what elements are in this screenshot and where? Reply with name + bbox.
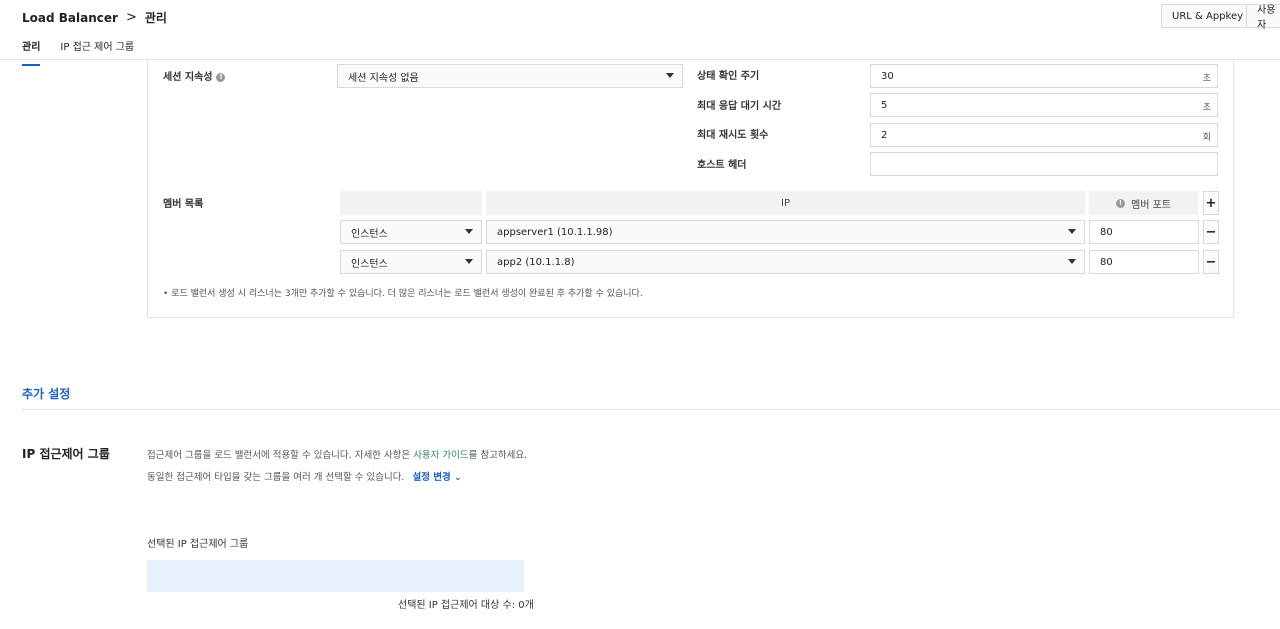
member-type-select[interactable]: 인스턴스: [340, 250, 482, 274]
seconds-unit: 초: [1202, 103, 1211, 113]
member-ip-value: appserver1 (10.1.1.98): [497, 226, 613, 238]
top-header: Load Balancer > 관리 URL & Appkey 사용자 관리 I…: [0, 0, 1280, 66]
session-persistence-value: 세션 지속성 없음: [348, 72, 419, 84]
timeout-label: 최대 응답 대기 시간: [697, 101, 782, 112]
user-button[interactable]: 사용자: [1246, 4, 1280, 31]
section-divider: [22, 409, 1280, 410]
member-type-value: 인스턴스: [351, 228, 388, 240]
selected-acl-group-list: [147, 560, 524, 592]
selected-acl-target-count: 선택된 IP 접근제어 대상 수: 0개: [398, 600, 534, 611]
chevron-right-icon: >: [125, 10, 137, 25]
url-appkey-button[interactable]: URL & Appkey: [1161, 4, 1255, 28]
breadcrumb-page: 관리: [144, 11, 167, 25]
ip-acl-group-title: IP 접근제어 그룹: [22, 447, 110, 461]
retry-label: 최대 재시도 횟수: [697, 130, 769, 141]
member-type-header: [340, 191, 482, 215]
member-port-input[interactable]: 80: [1089, 250, 1199, 274]
change-settings-link[interactable]: 설정 변경 ⌄: [412, 472, 461, 483]
tab-manage[interactable]: 관리: [22, 38, 41, 66]
member-ip-value: app2 (10.1.1.8): [497, 256, 575, 268]
member-type-select[interactable]: 인스턴스: [340, 220, 482, 244]
member-port-value: 80: [1100, 256, 1113, 268]
times-unit: 회: [1202, 133, 1211, 143]
listener-limit-note: • 로드 밸런서 생성 시 리스너는 3개만 추가할 수 있습니다. 더 많은 …: [163, 289, 643, 299]
selected-acl-group-label: 선택된 IP 접근제어 그룹: [147, 539, 249, 550]
member-port-header: ! 멤버 포트: [1089, 191, 1198, 215]
member-ip-select[interactable]: appserver1 (10.1.1.98): [486, 220, 1085, 244]
session-persistence-label: 세션 지속성!: [163, 68, 226, 83]
caret-down-icon: [465, 259, 473, 264]
timeout-value: 5: [881, 99, 888, 111]
caret-down-icon: [666, 73, 674, 78]
member-type-value: 인스턴스: [351, 258, 388, 270]
member-ip-select[interactable]: app2 (10.1.1.8): [486, 250, 1085, 274]
member-list-label: 멤버 목록: [163, 199, 204, 210]
member-port-value: 80: [1100, 226, 1113, 238]
breadcrumb: Load Balancer > 관리: [22, 9, 167, 26]
ip-acl-multi-select-note: 동일한 접근제어 타입을 갖는 그룹을 여러 개 선택할 수 있습니다. 설정 변…: [147, 472, 462, 483]
caret-down-icon: [1068, 229, 1076, 234]
tab-ip-acl-group[interactable]: IP 접근 제어 그룹: [60, 38, 134, 66]
member-port-input[interactable]: 80: [1089, 220, 1199, 244]
host-header-label: 호스트 헤더: [697, 160, 747, 171]
seconds-unit: 초: [1202, 74, 1211, 84]
ip-acl-description: 접근제어 그룹을 로드 밸런서에 적용할 수 있습니다. 자세한 사항은 사용자…: [147, 450, 528, 461]
info-icon[interactable]: !: [216, 72, 226, 82]
session-persistence-select[interactable]: 세션 지속성 없음: [337, 64, 683, 88]
add-member-button[interactable]: +: [1203, 191, 1219, 215]
breadcrumb-service[interactable]: Load Balancer: [22, 11, 118, 25]
listener-settings-card: 세션 지속성! 세션 지속성 없음 상태 확인 주기 30 초 최대 응답 대기…: [147, 30, 1234, 318]
health-interval-label: 상태 확인 주기: [697, 71, 760, 82]
retry-input[interactable]: 2 회: [870, 123, 1218, 147]
health-interval-input[interactable]: 30 초: [870, 64, 1218, 88]
health-interval-value: 30: [881, 70, 894, 82]
user-guide-link[interactable]: 사용자 가이드: [413, 450, 468, 461]
remove-member-button[interactable]: −: [1203, 220, 1219, 244]
member-ip-header: IP: [486, 191, 1085, 215]
tab-bar: 관리 IP 접근 제어 그룹: [22, 38, 134, 66]
info-icon[interactable]: !: [1116, 198, 1125, 208]
retry-value: 2: [881, 129, 888, 141]
remove-member-button[interactable]: −: [1203, 250, 1219, 274]
timeout-input[interactable]: 5 초: [870, 93, 1218, 117]
caret-down-icon: [1068, 259, 1076, 264]
chevron-down-icon: ⌄: [454, 473, 462, 483]
member-port-header-label: 멤버 포트: [1131, 199, 1171, 211]
extra-settings-title: 추가 설정: [22, 387, 71, 401]
caret-down-icon: [465, 229, 473, 234]
host-header-input[interactable]: [870, 152, 1218, 176]
